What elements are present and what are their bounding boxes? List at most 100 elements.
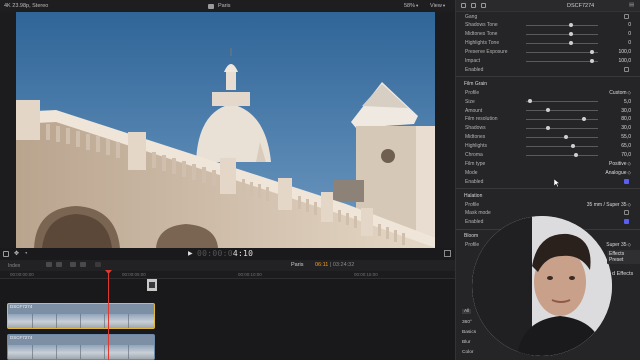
- param-value[interactable]: 30,0: [621, 125, 631, 131]
- param-dropdown[interactable]: 35 mm / Super 35◇: [587, 202, 631, 208]
- param-value[interactable]: 100,0: [618, 49, 631, 55]
- clip-appearance-icon[interactable]: [46, 262, 52, 267]
- param-slider-knob[interactable]: [545, 125, 550, 130]
- zoom-menu[interactable]: 58%▾: [404, 3, 418, 9]
- param-dropdown[interactable]: Custom◇: [609, 90, 631, 96]
- color-inspector-icon[interactable]: [471, 3, 476, 8]
- clip-appearance-icon[interactable]: [56, 262, 62, 267]
- param-checkbox[interactable]: [624, 178, 629, 184]
- param-slider-track[interactable]: [526, 145, 598, 147]
- inspector-row[interactable]: Size 5,0: [456, 97, 640, 106]
- param-checkbox[interactable]: [624, 210, 629, 216]
- param-value[interactable]: 0: [628, 40, 631, 46]
- param-label: Shadows Tone: [465, 22, 498, 29]
- play-button[interactable]: ▶: [188, 250, 193, 257]
- crop-tool-icon[interactable]: [3, 250, 9, 257]
- inspector-row[interactable]: Gang: [456, 12, 640, 21]
- param-slider-track[interactable]: [526, 33, 598, 35]
- param-value[interactable]: 65,0: [621, 143, 631, 149]
- timecode-display[interactable]: 00:00:04:10: [197, 249, 253, 258]
- title-clip-thumbnail[interactable]: [147, 279, 157, 291]
- param-value[interactable]: 5,0: [624, 99, 631, 105]
- inspector-row[interactable]: Impact 100,0: [456, 57, 640, 66]
- param-value[interactable]: 0: [628, 31, 631, 37]
- inspector-row[interactable]: Chroma 70,0: [456, 151, 640, 160]
- inspector-row[interactable]: Profile Custom◇: [456, 88, 640, 97]
- inspector-row[interactable]: Highlights 65,0: [456, 142, 640, 151]
- effects-category-360[interactable]: 360°: [462, 320, 472, 325]
- effects-category-blur[interactable]: Blur: [462, 340, 471, 345]
- timeline-clip[interactable]: DSCF7274: [7, 334, 155, 360]
- param-slider-knob[interactable]: [568, 31, 573, 36]
- param-slider-track[interactable]: [526, 24, 598, 26]
- param-slider-track[interactable]: [526, 110, 598, 111]
- transform-tool-icon[interactable]: ✥: [14, 250, 19, 257]
- inspector-row[interactable]: Shadows 30,0: [456, 124, 640, 133]
- param-slider-track[interactable]: [526, 51, 598, 53]
- effects-category-color[interactable]: Color: [462, 350, 473, 355]
- param-slider-knob[interactable]: [527, 99, 532, 104]
- param-slider-knob[interactable]: [590, 58, 595, 63]
- chevron-down-icon: ▾: [416, 3, 419, 8]
- param-dropdown[interactable]: Positive◇: [609, 161, 631, 167]
- index-button[interactable]: Index: [8, 263, 20, 269]
- fullscreen-icon[interactable]: [444, 250, 451, 257]
- ruler-tick-label: 00:00:15:00: [354, 272, 378, 277]
- param-value[interactable]: 100,0: [618, 58, 631, 64]
- playhead[interactable]: [108, 271, 109, 360]
- inspector-row[interactable]: Preserve Exposure 100,0: [456, 48, 640, 57]
- param-slider-knob[interactable]: [581, 116, 586, 121]
- effects-preset-button[interactable]: Effects Preset: [607, 250, 640, 264]
- inspector-row[interactable]: Amount 30,0: [456, 106, 640, 115]
- video-inspector-icon[interactable]: [461, 3, 466, 8]
- inspector-row[interactable]: Mode Analogue◇: [456, 168, 640, 177]
- select-tool-icon[interactable]: [95, 262, 101, 267]
- viewer-frame[interactable]: [16, 12, 435, 248]
- param-slider-track[interactable]: [526, 60, 598, 62]
- inspector-row[interactable]: Profile 35 mm / Super 35◇: [456, 200, 640, 209]
- param-value[interactable]: 70,0: [621, 152, 631, 158]
- param-checkbox[interactable]: [624, 66, 629, 72]
- effects-category-basics[interactable]: Basics: [462, 330, 476, 335]
- param-checkbox[interactable]: [624, 219, 629, 225]
- param-slider-knob[interactable]: [563, 134, 568, 139]
- inspector-row[interactable]: Film type Positive◇: [456, 159, 640, 168]
- param-value[interactable]: 30,0: [621, 108, 631, 114]
- inspector-row[interactable]: Enabled: [456, 177, 640, 186]
- param-slider-knob[interactable]: [545, 108, 550, 112]
- param-slider-knob[interactable]: [590, 49, 595, 54]
- info-inspector-icon[interactable]: [481, 3, 486, 8]
- speed-tool-icon[interactable]: ◔: [24, 251, 28, 257]
- param-slider-track[interactable]: [526, 127, 598, 129]
- inspector-row[interactable]: Midtones Tone 0: [456, 30, 640, 39]
- timeline-area[interactable]: DSCF7274 DSCF7274: [0, 279, 455, 360]
- inspector-row[interactable]: Shadows Tone 0: [456, 21, 640, 30]
- param-slider-knob[interactable]: [568, 22, 573, 27]
- param-value[interactable]: 80,0: [621, 116, 631, 122]
- param-slider-knob[interactable]: [568, 40, 573, 45]
- param-slider-track[interactable]: [526, 42, 598, 44]
- append-icon[interactable]: [70, 262, 76, 267]
- param-slider-track[interactable]: [526, 136, 598, 138]
- param-slider-knob[interactable]: [570, 143, 575, 148]
- timeline-ruler[interactable]: 00:00:00:00 00:00:05:00 00:00:10:00 00:0…: [0, 271, 455, 279]
- inspector-row[interactable]: Enabled: [456, 65, 640, 74]
- param-checkbox[interactable]: [624, 13, 629, 19]
- param-dropdown[interactable]: Analogue◇: [605, 170, 631, 176]
- param-slider-knob[interactable]: [574, 152, 579, 157]
- param-slider-track[interactable]: [526, 118, 598, 120]
- effects-category-all[interactable]: All: [462, 309, 472, 314]
- inspector-row[interactable]: Midtones 55,0: [456, 133, 640, 142]
- inspector-row[interactable]: Highlights Tone 0: [456, 39, 640, 48]
- view-menu[interactable]: View▾: [430, 3, 445, 9]
- param-value[interactable]: 55,0: [621, 134, 631, 140]
- param-slider-track[interactable]: [526, 154, 598, 156]
- timeline-duration: 06:11 | 03:24:32: [315, 262, 355, 268]
- param-slider-track[interactable]: [526, 101, 598, 103]
- param-value[interactable]: 0: [628, 22, 631, 28]
- effects-browser-title: d Effects: [612, 271, 634, 277]
- inspector-row[interactable]: Film resolution 80,0: [456, 115, 640, 124]
- flag-icon[interactable]: ▤: [629, 2, 634, 8]
- insert-icon[interactable]: [80, 262, 86, 267]
- timeline-clip[interactable]: DSCF7274: [7, 303, 155, 329]
